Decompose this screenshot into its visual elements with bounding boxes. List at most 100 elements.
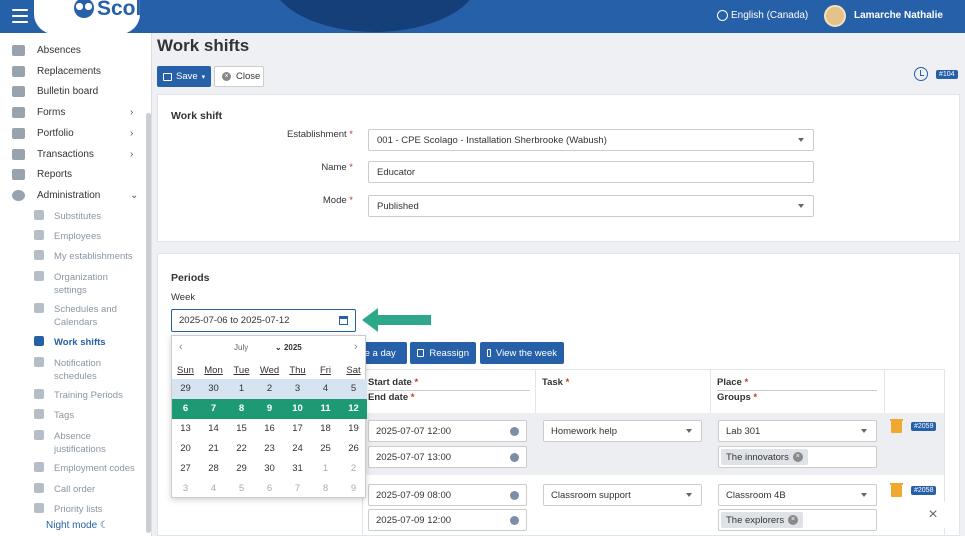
calendar-week-row[interactable]: 20 21 22 23 24 25 26 <box>172 439 367 459</box>
calendar-day[interactable]: 9 <box>340 479 368 499</box>
calendar-day[interactable]: 4 <box>200 479 228 499</box>
end-date-input[interactable]: 2025-07-07 13:00 <box>368 446 527 468</box>
calendar-day[interactable]: 26 <box>340 439 368 459</box>
reassign-button[interactable]: Reassign <box>410 342 476 364</box>
globe-icon <box>717 10 728 21</box>
week-picker-calendar: ‹ July ⌄ 2025 › Sun Mon Tue Wed Thu Fri Sat 29… <box>171 335 367 499</box>
menu-icon[interactable] <box>12 9 28 23</box>
task-select[interactable]: Classroom support <box>543 484 702 506</box>
start-date-input[interactable]: 2025-07-09 08:00 <box>368 484 527 506</box>
sidebar-item-label: My establishments <box>54 251 133 262</box>
place-select[interactable]: Lab 301 <box>718 420 877 442</box>
chevron-down-icon <box>686 493 692 497</box>
calendar-day[interactable]: 5 <box>228 479 256 499</box>
reassign-label: Reassign <box>429 347 469 359</box>
user-name[interactable]: Lamarche Nathalie <box>854 10 943 21</box>
task-select[interactable]: Homework help <box>543 420 702 442</box>
calendar-week-row[interactable]: 29 30 1 2 3 4 5 <box>172 379 367 399</box>
calendar-day[interactable]: 8 <box>312 479 340 499</box>
calendar-day[interactable]: 7 <box>200 399 228 419</box>
reassign-icon <box>417 349 425 357</box>
remove-tag-icon[interactable]: × <box>792 452 803 462</box>
start-date-input[interactable]: 2025-07-07 12:00 <box>368 420 527 442</box>
history-icon[interactable] <box>914 67 928 81</box>
calendar-day[interactable]: 17 <box>284 419 312 439</box>
building-icon <box>34 250 44 260</box>
sidebar-scrollbar[interactable] <box>146 113 151 533</box>
column-groups: Groups * <box>717 392 758 403</box>
calendar-day[interactable]: 29 <box>172 379 200 399</box>
year-select[interactable]: ⌄ 2025 <box>275 343 302 352</box>
calendar-day[interactable]: 31 <box>284 459 312 479</box>
language-selector[interactable]: English (Canada) <box>717 10 808 21</box>
calendar-day[interactable]: 2 <box>256 379 284 399</box>
calendar-day[interactable]: 16 <box>256 419 284 439</box>
calendar-day[interactable]: 14 <box>200 419 228 439</box>
calendar-day[interactable]: 19 <box>340 419 368 439</box>
calendar-day[interactable]: 8 <box>228 399 256 419</box>
calendar-day[interactable]: 25 <box>312 439 340 459</box>
task-value: Classroom support <box>551 490 631 501</box>
logo[interactable]: Scolago <box>34 0 179 33</box>
board-icon <box>12 86 25 97</box>
sidebar-item-label: Work shifts <box>54 337 106 348</box>
calendar-week-row[interactable]: 27 28 29 30 31 1 2 <box>172 459 367 479</box>
trash-icon[interactable] <box>890 483 903 497</box>
prev-month-icon[interactable]: ‹ <box>179 341 183 353</box>
record-id-badge: #104 <box>936 70 958 79</box>
avatar[interactable] <box>824 5 846 27</box>
calendar-day[interactable]: 22 <box>228 439 256 459</box>
calendar-day[interactable]: 20 <box>172 439 200 459</box>
calendar-day[interactable]: 21 <box>200 439 228 459</box>
trash-icon[interactable] <box>890 419 903 433</box>
calendar-day[interactable]: 12 <box>340 399 368 419</box>
establishment-select[interactable]: 001 - CPE Scolago - Installation Sherbro… <box>368 129 814 151</box>
column-start-date: Start date * <box>368 377 419 388</box>
view-week-button[interactable]: View the week <box>480 342 564 364</box>
name-input[interactable]: Educator <box>368 161 814 183</box>
selected-week-row[interactable]: 6 7 8 9 10 11 12 <box>172 399 367 419</box>
remove-tag-icon[interactable]: × <box>788 515 799 525</box>
calendar-day[interactable]: 15 <box>228 419 256 439</box>
close-button[interactable]: × Close <box>214 66 264 87</box>
calendar-day[interactable]: 24 <box>284 439 312 459</box>
calendar-day[interactable]: 2 <box>340 459 368 479</box>
next-month-icon[interactable]: › <box>354 341 358 353</box>
calendar-day[interactable]: 10 <box>284 399 312 419</box>
calendar-day[interactable]: 27 <box>172 459 200 479</box>
calendar-day[interactable]: 30 <box>256 459 284 479</box>
top-bar: Scolago English (Canada) Lamarche Nathal… <box>0 0 965 33</box>
calendar-day[interactable]: 3 <box>284 379 312 399</box>
calendar-day[interactable]: 30 <box>200 379 228 399</box>
calendar-icon <box>339 316 348 325</box>
month-select[interactable]: July <box>234 343 248 352</box>
end-date-input[interactable]: 2025-07-09 12:00 <box>368 509 527 531</box>
calendar-day[interactable]: 1 <box>228 379 256 399</box>
calendar-day[interactable]: 23 <box>256 439 284 459</box>
night-mode-toggle[interactable]: Night mode ☾ <box>46 520 109 531</box>
save-button[interactable]: Save ▾ <box>157 66 211 87</box>
calendar-week-row[interactable]: 13 14 15 16 17 18 19 <box>172 419 367 439</box>
week-picker-input[interactable]: 2025-07-06 to 2025-07-12 <box>171 309 356 332</box>
calendar-day[interactable]: 13 <box>172 419 200 439</box>
calendar-day[interactable]: 18 <box>312 419 340 439</box>
sidebar-item-partial[interactable] <box>0 33 145 37</box>
language-label: English (Canada) <box>731 10 809 21</box>
calendar-day[interactable]: 29 <box>228 459 256 479</box>
edit-icon <box>34 430 44 440</box>
calendar-day[interactable]: 6 <box>172 399 200 419</box>
calendar-day[interactable]: 28 <box>200 459 228 479</box>
dismiss-close-button[interactable]: × <box>918 502 948 528</box>
calendar-day[interactable]: 7 <box>284 479 312 499</box>
calendar-week-row[interactable]: 3456789 <box>172 479 367 499</box>
calendar-day[interactable]: 3 <box>172 479 200 499</box>
calendar-day[interactable]: 9 <box>256 399 284 419</box>
calendar-day[interactable]: 1 <box>312 459 340 479</box>
calendar-day[interactable]: 11 <box>312 399 340 419</box>
calendar-day[interactable]: 6 <box>256 479 284 499</box>
place-select[interactable]: Classroom 4B <box>718 484 877 506</box>
calendar-day[interactable]: 4 <box>312 379 340 399</box>
calendar-day[interactable]: 5 <box>340 379 368 399</box>
name-value: Educator <box>377 167 416 178</box>
mode-select[interactable]: Published <box>368 195 814 217</box>
